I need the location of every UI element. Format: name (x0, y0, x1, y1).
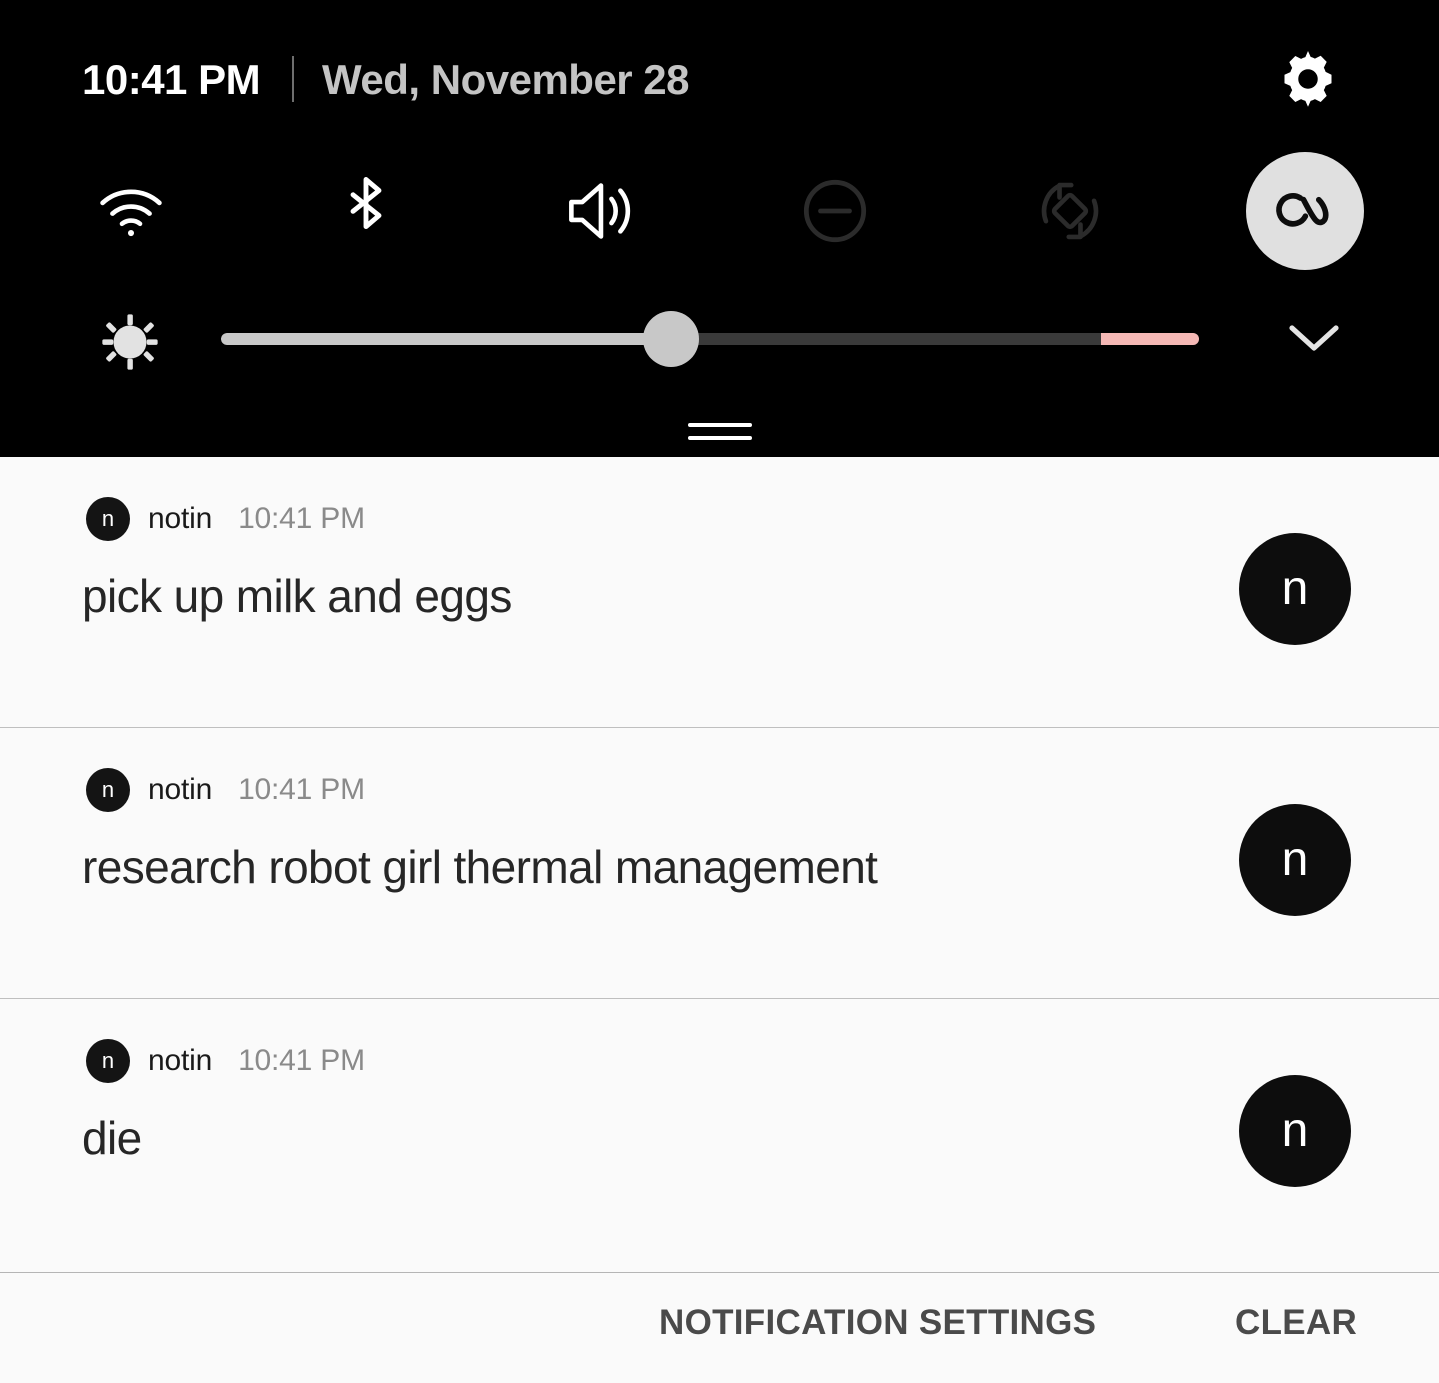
notification-header: n notin 10:41 PM (86, 497, 365, 541)
brightness-slider-thumb[interactable] (642, 311, 699, 367)
wifi-icon (94, 182, 168, 240)
volume-icon (561, 176, 639, 246)
notification-action-bar: NOTIFICATION SETTINGS CLEAR (0, 1272, 1439, 1383)
status-divider (292, 56, 294, 102)
notification-header: n notin 10:41 PM (86, 1039, 365, 1083)
drag-handle-line (688, 435, 752, 440)
avatar: n (1239, 804, 1351, 916)
panel-drag-handle[interactable] (688, 420, 752, 442)
notification-time: 10:41 PM (238, 1044, 365, 1077)
toggle-sound[interactable] (541, 152, 659, 270)
status-date: Wed, November 28 (322, 56, 690, 103)
notification-text: pick up milk and eggs (82, 570, 512, 622)
notification-item[interactable]: n notin 10:41 PM die n (0, 999, 1439, 1270)
do-not-disturb-icon (798, 174, 872, 248)
toggle-do-not-disturb[interactable] (776, 152, 894, 270)
notification-text: research robot girl thermal management (82, 841, 878, 893)
app-icon: n (86, 768, 130, 812)
notification-time: 10:41 PM (238, 502, 365, 535)
settings-button[interactable] (1272, 45, 1344, 117)
drag-handle-line (688, 422, 752, 427)
eye-comfort-icon (1272, 188, 1338, 234)
app-icon: n (86, 1039, 130, 1083)
notification-time: 10:41 PM (238, 773, 365, 806)
notification-settings-button[interactable]: NOTIFICATION SETTINGS (659, 1303, 1096, 1343)
notification-header: n notin 10:41 PM (86, 768, 365, 812)
quick-toggle-row (0, 152, 1439, 270)
bluetooth-icon (338, 172, 394, 250)
app-name: notin (148, 1044, 213, 1077)
app-icon: n (86, 497, 130, 541)
expand-quick-settings-button[interactable] (1275, 310, 1353, 370)
brightness-slider[interactable] (221, 333, 1199, 345)
notification-list: n notin 10:41 PM pick up milk and eggs n… (0, 457, 1439, 1272)
toggle-wifi[interactable] (72, 152, 190, 270)
status-time: 10:41 PM (82, 56, 261, 103)
clear-button[interactable]: CLEAR (1235, 1303, 1357, 1343)
notification-item[interactable]: n notin 10:41 PM research robot girl the… (0, 728, 1439, 999)
gear-icon (1278, 49, 1338, 114)
app-name: notin (148, 502, 213, 535)
toggle-blue-light-filter[interactable] (1246, 152, 1364, 270)
brightness-slider-warning-range (1101, 333, 1199, 345)
quick-settings-panel: 10:41 PM Wed, November 28 (0, 0, 1439, 457)
chevron-down-icon (1286, 321, 1342, 360)
notification-item[interactable]: n notin 10:41 PM pick up milk and eggs n (0, 457, 1439, 728)
avatar: n (1239, 533, 1351, 645)
auto-rotate-icon (1033, 174, 1107, 248)
brightness-icon[interactable] (92, 314, 168, 370)
avatar: n (1239, 1075, 1351, 1187)
status-bar: 10:41 PM Wed, November 28 (0, 0, 1439, 140)
notification-text: die (82, 1112, 142, 1164)
app-name: notin (148, 773, 213, 806)
brightness-slider-fill (221, 333, 671, 345)
toggle-bluetooth[interactable] (307, 152, 425, 270)
toggle-auto-rotate[interactable] (1011, 152, 1129, 270)
